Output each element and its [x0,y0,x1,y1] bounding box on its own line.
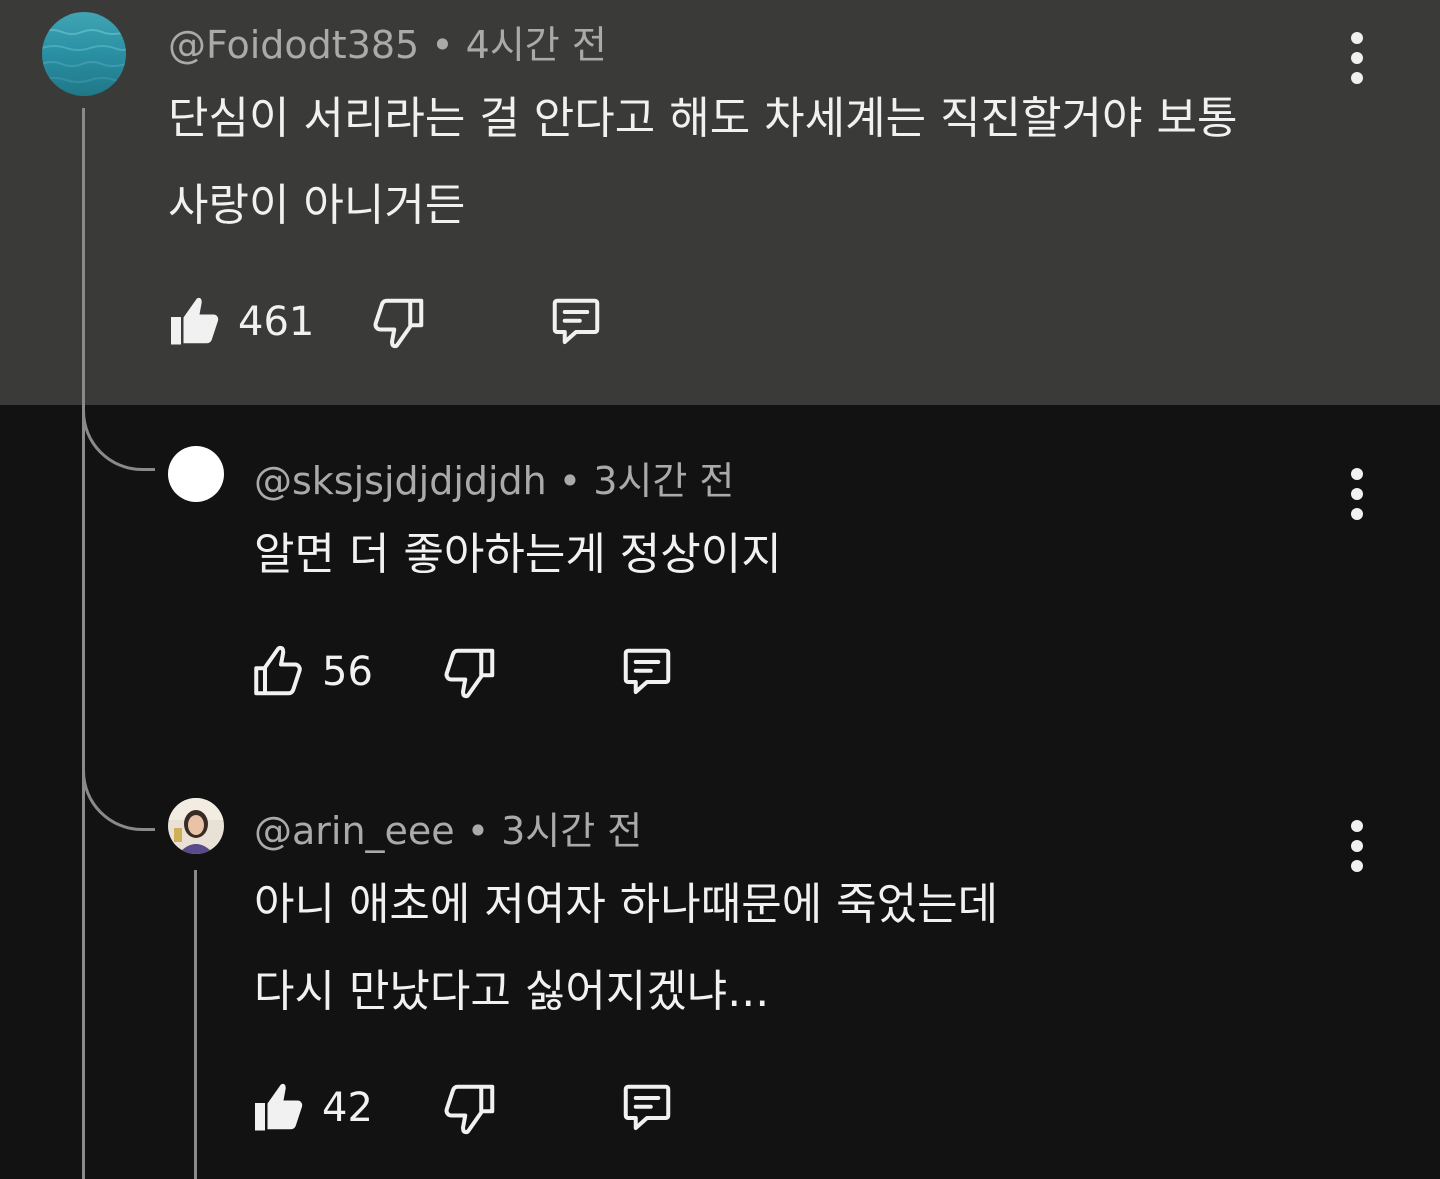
timestamp[interactable]: 3시간 전 [501,809,642,853]
thumbs-down-icon[interactable] [370,292,430,352]
comment-line: 알면 더 좋아하는게 정상이지 [254,529,782,580]
thumbs-down-icon[interactable] [441,642,501,702]
username-link[interactable]: @sksjsjdjdjdjdh [254,459,547,503]
comment-2: @sksjsjdjdjdjdh • 3시간 전 알면 더 좋아하는게 정상이지 [254,450,782,598]
comment-line: 사랑이 아니거든 [168,180,466,231]
comment-text: 알면 더 좋아하는게 정상이지 [254,511,782,598]
comment-text: 아니 애초에 저여자 하나때문에 죽었는데 다시 만났다고 싫어지겠냐... [254,861,998,1035]
like-button[interactable]: 461 [166,292,314,352]
timestamp[interactable]: 3시간 전 [593,459,734,503]
comment-1: @Foidodt385 • 4시간 전 단심이 서리라는 걸 안다고 해도 차세계는… [168,14,1237,249]
thread-connector-1 [82,408,155,471]
reply-comment-icon[interactable] [617,1078,677,1138]
meta-separator: • [558,459,582,503]
reply-comment-icon[interactable] [617,642,677,702]
timestamp[interactable]: 4시간 전 [466,23,607,67]
more-vert-icon[interactable] [1347,820,1367,872]
meta-separator: • [466,809,490,853]
like-count: 42 [322,1085,373,1131]
thumbs-up-icon [255,1083,303,1131]
avatar[interactable] [168,798,224,854]
comment-text: 단심이 서리라는 걸 안다고 해도 차세계는 직진할거야 보통 사랑이 아니거든 [168,75,1237,249]
like-count: 461 [238,299,315,345]
thumbs-up-icon [171,297,219,345]
comment-line: 아니 애초에 저여자 하나때문에 죽었는데 [254,879,999,930]
comment-actions: 461 [166,292,606,352]
comment-line: 다시 만났다고 싫어지겠냐... [254,966,770,1017]
thread-line-main [82,108,85,1179]
avatar[interactable] [168,446,224,502]
username-link[interactable]: @Foidodt385 [168,23,419,67]
like-button[interactable]: 42 [250,1078,373,1138]
comment-meta: @sksjsjdjdjdjdh • 3시간 전 [254,450,782,505]
comment-3: @arin_eee • 3시간 전 아니 애초에 저여자 하나때문에 죽었는데 다시… [254,800,998,1035]
avatar[interactable] [42,12,126,96]
person-avatar-image [168,798,224,854]
thumbs-down-icon[interactable] [441,1078,501,1138]
more-vert-icon[interactable] [1347,32,1367,84]
comment-actions: 42 [250,1078,677,1138]
like-count: 56 [322,649,373,695]
meta-separator: • [431,23,454,67]
like-button[interactable]: 56 [250,642,373,702]
more-vert-icon[interactable] [1347,468,1367,520]
reply-comment-icon[interactable] [546,292,606,352]
comment-line: 단심이 서리라는 걸 안다고 해도 차세계는 직진할거야 보통 [168,93,1238,144]
username-link[interactable]: @arin_eee [254,809,455,853]
ocean-avatar-image [42,12,126,96]
thread-line-reply-3 [194,870,197,1179]
comment-actions: 56 [250,642,677,702]
thread-connector-2 [82,768,155,831]
comment-meta: @Foidodt385 • 4시간 전 [168,14,1237,69]
comment-meta: @arin_eee • 3시간 전 [254,800,998,855]
thumbs-up-outline-icon [254,645,302,696]
